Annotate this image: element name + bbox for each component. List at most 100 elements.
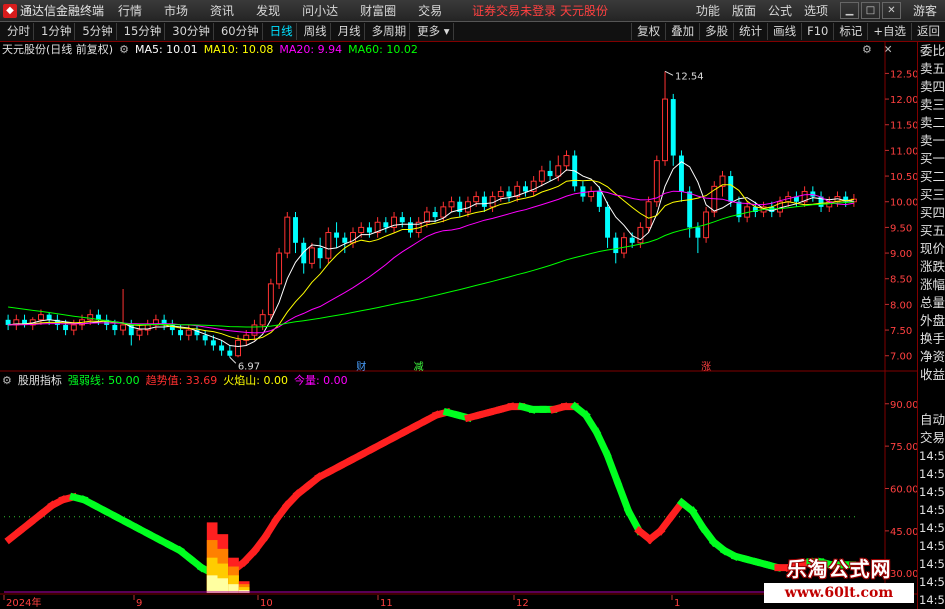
candle-body [301, 242, 307, 264]
candle-body [342, 237, 348, 243]
candle-body [293, 217, 298, 243]
indicator-tick-label: 75.00 [890, 442, 917, 453]
candle-body [497, 190, 504, 198]
candle-body [637, 226, 644, 244]
sidebar-quote-item[interactable]: 换手 [918, 330, 945, 348]
candle-body [63, 324, 69, 331]
sidebar-quote-item[interactable]: 现价 [918, 240, 945, 258]
low-annotation-label: 6.97 [238, 361, 260, 372]
sidebar-quote-item[interactable]: 买一 [918, 150, 945, 168]
event-marker: 涨 [701, 361, 711, 373]
price-tick-label: 9.00 [890, 249, 912, 260]
watermark-url: www.60lt.com [764, 583, 914, 603]
date-tick-label: 12 [516, 598, 529, 609]
candle-body [522, 186, 528, 192]
sidebar-quote-item[interactable]: 买二 [918, 168, 945, 186]
sidebar-quote-item[interactable]: 买三 [918, 186, 945, 204]
candle-body [678, 155, 684, 192]
candle-body [46, 314, 52, 320]
watermark-title: 乐淘公式网 [786, 557, 892, 581]
candle-body [276, 252, 283, 285]
chart-canvas[interactable]: 12.54 6.97 财 减 涨 7.00 7.50 8.00 8.50 9.00 9.50 10.… [0, 0, 917, 609]
sidebar-quote-item[interactable]: 卖五 [918, 60, 945, 78]
sidebar-time-item: 14:56 [919, 485, 945, 499]
sidebar-auto-trade-item[interactable]: 自动 [918, 411, 945, 429]
candle-body [506, 191, 512, 197]
volcano-bar [217, 578, 229, 593]
indicator-tick-label: 45.00 [890, 527, 917, 538]
sidebar-quote-item[interactable]: 净资 [918, 348, 945, 366]
candle-body [588, 190, 595, 198]
price-tick-label: 11.00 [890, 146, 917, 157]
candle-body [538, 170, 545, 182]
candle-body [563, 155, 570, 167]
sidebar-time-item: 14:56 [919, 593, 945, 607]
price-tick-label: 8.00 [890, 300, 912, 311]
sidebar-quote-item[interactable]: 收益 [918, 366, 945, 384]
candle-body [481, 196, 487, 207]
candle-body [334, 232, 340, 238]
candle-body [580, 186, 586, 197]
candle-body [473, 196, 480, 203]
strong-line-segment [613, 478, 633, 516]
sidebar-quote-item[interactable]: 卖四 [918, 78, 945, 96]
candle-body [70, 324, 77, 331]
event-marker: 财 [356, 360, 366, 373]
candle-body [621, 237, 627, 254]
candle-body [219, 345, 225, 351]
high-annotation-label: 12.54 [675, 71, 704, 82]
price-tick-label: 7.00 [890, 352, 912, 363]
candle-body [120, 324, 127, 331]
candle-body [440, 206, 447, 218]
price-tick-label: 10.50 [890, 172, 917, 183]
event-marker: 减 [414, 361, 424, 373]
candle-body [383, 222, 389, 228]
price-tick-label: 12.50 [890, 69, 917, 80]
sidebar-quote-item[interactable]: 卖一 [918, 132, 945, 150]
sidebar-quote-item[interactable]: 总量 [918, 294, 945, 312]
sidebar-quote-item[interactable]: 委比 [918, 42, 945, 60]
sidebar-quote-item[interactable]: 外盘 [918, 312, 945, 330]
candle-body [210, 340, 216, 346]
candle-body [308, 247, 315, 264]
candle-body [259, 314, 266, 326]
sidebar-quote-item[interactable]: 卖二 [918, 114, 945, 132]
sidebar-auto-trade-item[interactable]: 交易 [918, 429, 945, 447]
candle-body [284, 216, 291, 254]
strong-line-segment [591, 427, 612, 460]
candle-body [267, 283, 274, 316]
price-tick-label: 7.50 [890, 326, 912, 337]
date-tick-label: 11 [380, 598, 393, 609]
candle-body [653, 160, 660, 203]
candle-body [227, 350, 233, 356]
quote-sidebar: 委比 卖五 卖四 卖三 卖二 卖一 买一 买二 买三 买四 买五 现价 涨跌 涨幅 总量 外盘 换手 净资 收益 自… [917, 42, 945, 609]
sidebar-quote-item[interactable]: 卖三 [918, 96, 945, 114]
strong-line-segment [602, 450, 623, 488]
candle-body [235, 339, 241, 357]
candle-body [358, 226, 365, 234]
candle-body [645, 201, 652, 228]
candle-body [202, 335, 208, 341]
low-annotation-line [229, 356, 237, 364]
price-tick-label: 12.00 [890, 95, 917, 106]
candle-body [605, 206, 611, 238]
candle-body [112, 324, 118, 331]
candle-body [37, 314, 44, 321]
sidebar-quote-item[interactable]: 涨跌 [918, 258, 945, 276]
candle-body [317, 247, 323, 259]
candle-body [547, 170, 553, 177]
sidebar-quote-item[interactable]: 买四 [918, 204, 945, 222]
candle-body [629, 237, 635, 243]
sidebar-time-item: 14:56 [919, 575, 945, 589]
ma20-line [8, 190, 854, 334]
candle-body [555, 165, 562, 177]
volcano-bar [206, 575, 218, 593]
sidebar-quote-item[interactable]: 涨幅 [918, 276, 945, 294]
ma10-line [8, 179, 854, 341]
indicator-tick-label: 90.00 [890, 400, 917, 411]
candle-body [432, 212, 438, 218]
price-tick-label: 11.50 [890, 121, 917, 132]
candle-body [5, 319, 11, 325]
watermark-logo: 乐淘公式网 www.60lt.com [760, 553, 920, 609]
sidebar-quote-item[interactable]: 买五 [918, 222, 945, 240]
